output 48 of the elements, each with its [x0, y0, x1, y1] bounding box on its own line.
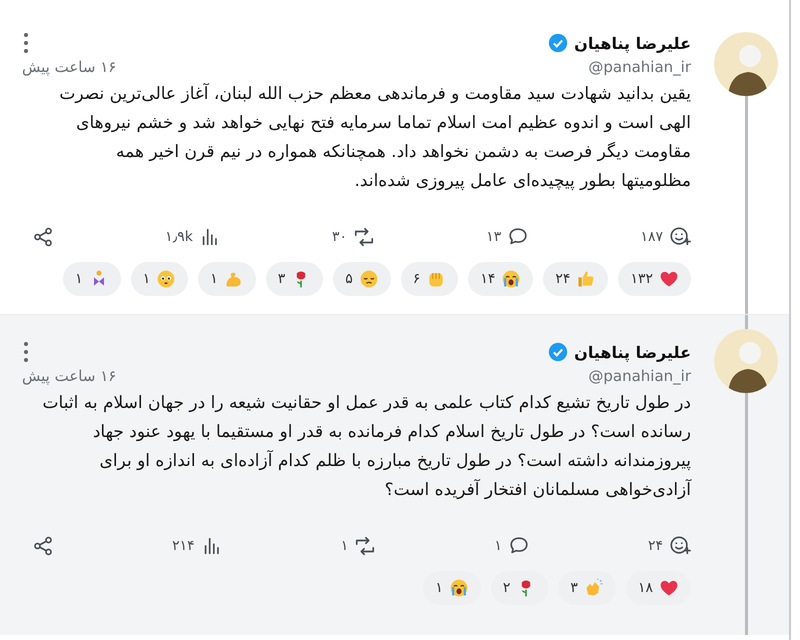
reply-button[interactable]: ۱ — [494, 535, 530, 557]
reaction-chip[interactable]: ۱۳۲ — [618, 262, 691, 296]
reaction-chip[interactable]: ۲ — [490, 571, 548, 605]
reaction-chip[interactable]: ۶ — [400, 262, 458, 296]
reaction-chip[interactable]: ۵ — [333, 262, 391, 296]
share-button[interactable] — [32, 226, 54, 248]
more-options-icon[interactable] — [22, 32, 30, 54]
share-icon — [32, 535, 54, 557]
avatar[interactable] — [714, 329, 778, 393]
user-handle: @panahian_ir — [588, 58, 691, 76]
share-button[interactable] — [32, 535, 54, 557]
repost-button[interactable]: ۱ — [340, 535, 376, 557]
repost-button[interactable]: ۳۰ — [332, 226, 376, 248]
worried-face-icon — [156, 269, 176, 289]
repost-icon — [354, 535, 376, 557]
reaction-chip[interactable]: ۱ — [130, 262, 188, 296]
smiley-plus-icon — [669, 226, 691, 248]
reaction-chip[interactable]: ۳ — [266, 262, 324, 296]
sad-face-icon — [358, 269, 379, 289]
repost-icon — [353, 226, 376, 248]
crying-face-icon — [448, 578, 469, 598]
reaction-chip[interactable]: ۳ — [558, 571, 616, 605]
react-button[interactable]: ۲۴ — [648, 535, 691, 557]
reaction-chip[interactable]: ۱۴ — [468, 262, 534, 296]
post-text: یقین بدانید شهادت سید مقاومت و فرماندهی معظم حزب الله لبنان، آغاز عالی‌ترین نصرت الهی است و اندوه عظیم امت اسلام تماما سرمایه فتح نهایی خواهد شد و خشم نیروهای مقاومت دیگر فرصت به دشمن نخواهد داد. همچنانکه همواره در نیم قرن اخیر همه مظلومیتها بطور پیچیده‌ای عامل پیروزی شده‌اند. — [58, 82, 691, 193]
smiley-plus-icon — [669, 535, 691, 557]
more-options-icon[interactable] — [22, 341, 30, 363]
reaction-chip[interactable]: ۱ — [198, 262, 256, 296]
views-button[interactable]: ۱٫۹k — [165, 226, 221, 248]
heart-icon — [659, 578, 679, 598]
author-name[interactable]: علیرضا پناهیان — [574, 342, 691, 362]
crying-face-icon — [501, 269, 522, 289]
post-text: در طول تاریخ تشیع کدام کتاب علمی به قدر عمل او حقانیت شیعه را در جهان اسلام به اثبات رسانده است؟ در طول تاریخ اسلام کدام فرمانده به قدر او مستقیما با یهود عنود جهاد پیروزمندانه داشته است؟ در طول تاریخ مبارزه با ظلم کدام آزاده‌ای به اندازه او برای آزادی‌خواهی مسلمانان افتخار آفریده است؟ — [42, 392, 691, 502]
share-icon — [32, 226, 54, 248]
reaction-chip[interactable]: ۱ — [63, 262, 121, 296]
heart-icon — [659, 269, 679, 289]
post-time: ۱۶ ساعت پیش — [22, 58, 116, 76]
author-name[interactable]: علیرضا پناهیان — [574, 34, 691, 52]
user-handle: @panahian_ir — [588, 367, 691, 385]
avatar[interactable] — [714, 32, 778, 96]
reply-button[interactable]: ۱۳ — [486, 226, 530, 248]
views-button[interactable]: ۲۱۴ — [172, 535, 223, 557]
thumbs-up-icon — [576, 269, 596, 289]
reaction-chip[interactable]: ۲۴ — [543, 262, 608, 296]
react-button[interactable]: ۱۸۷ — [640, 226, 691, 248]
reaction-chip[interactable]: ۱۸ — [626, 571, 691, 605]
post-time: ۱۶ ساعت پیش — [22, 367, 116, 385]
reaction-chip[interactable]: ۱ — [423, 571, 481, 605]
